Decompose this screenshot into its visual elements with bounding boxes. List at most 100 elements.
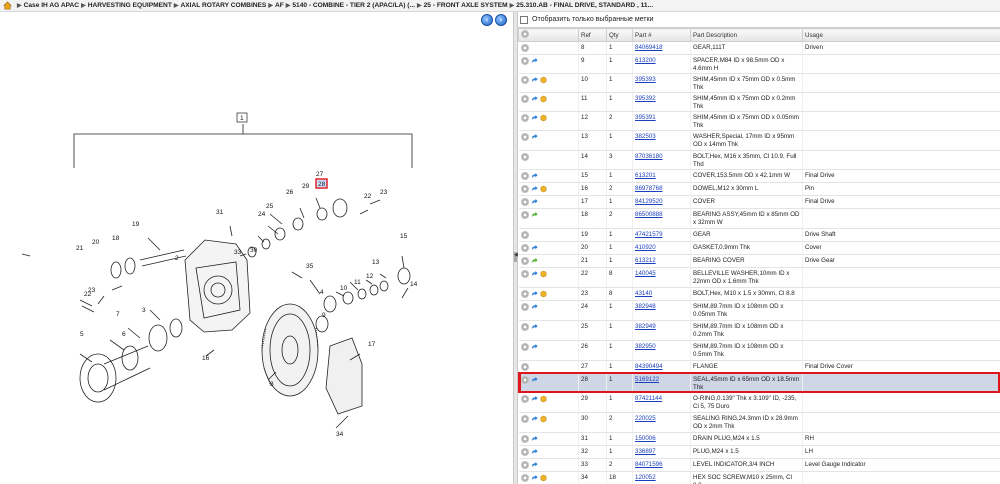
part-info-gear-icon[interactable]: [520, 270, 529, 278]
row-part-number-link[interactable]: 120052: [635, 474, 656, 481]
part-info-gear-icon[interactable]: [520, 133, 529, 141]
replacement-arrow-icon[interactable]: [531, 95, 538, 103]
kit-arrow-icon[interactable]: [531, 257, 538, 265]
replacement-arrow-icon[interactable]: [531, 415, 538, 423]
row-part-number-link[interactable]: 220025: [635, 415, 656, 422]
table-row[interactable]: 33 2 84071596 LEVEL INDICATOR,3/4 INCH Level…: [518, 458, 1000, 472]
package-box-icon[interactable]: [540, 76, 547, 84]
replacement-arrow-icon[interactable]: [531, 395, 538, 403]
row-part-number-link[interactable]: 382503: [635, 133, 656, 140]
table-row[interactable]: 29 1 87421144 O-RING,0.139" Thk x 3.109" ID…: [518, 392, 1000, 413]
row-part-number-link[interactable]: 140045: [635, 270, 656, 277]
table-row[interactable]: 26 1 382950 SHIM,89.7mm ID x 108mm OD x 0.5…: [518, 340, 1000, 361]
part-info-gear-icon[interactable]: [520, 95, 529, 103]
replacement-arrow-icon[interactable]: [531, 198, 538, 206]
column-header-ref[interactable]: Ref: [578, 28, 607, 42]
column-header-qty[interactable]: Qty: [606, 28, 633, 42]
part-info-gear-icon[interactable]: [520, 415, 529, 423]
row-part-number-link[interactable]: 86978768: [635, 185, 663, 192]
breadcrumb-item[interactable]: HARVESTING EQUIPMENT: [88, 2, 172, 9]
replacement-arrow-icon[interactable]: [531, 474, 538, 482]
table-row[interactable]: 34 18 120052 HEX SOC SCREW,M10 x 25mm, Cl 8…: [518, 471, 1000, 484]
replacement-arrow-icon[interactable]: [531, 303, 538, 311]
table-row[interactable]: 28 1 5169122 SEAL,45mm ID x 65mm OD x 18.5m…: [518, 373, 1000, 393]
row-part-number-link[interactable]: 613212: [635, 257, 656, 264]
table-row[interactable]: 12 2 395391 SHIM,45mm ID x 75mm OD x 0.05mm…: [518, 111, 1000, 131]
replacement-arrow-icon[interactable]: [531, 461, 538, 469]
previous-diagram-button[interactable]: ‹: [481, 14, 493, 26]
row-part-number-link[interactable]: 5169122: [635, 376, 659, 383]
replacement-arrow-icon[interactable]: [531, 133, 538, 141]
settings-gear-icon[interactable]: [521, 30, 529, 38]
breadcrumb-item[interactable]: 5140 - COMBINE - TIER 2 (APAC/LA) (...: [292, 2, 415, 9]
package-box-icon[interactable]: [540, 395, 547, 403]
table-row[interactable]: 11 1 395392 SHIM,45mm ID x 75mm OD x 0.2mm …: [518, 92, 1000, 112]
table-row[interactable]: 24 1 382948 SHIM,89.7mm ID x 108mm OD x 0.0…: [518, 300, 1000, 321]
part-info-gear-icon[interactable]: [520, 114, 529, 122]
column-header-description[interactable]: Part Description: [690, 28, 803, 42]
table-row[interactable]: 25 1 382949 SHIM,89.7mm ID x 108mm OD x 0.2…: [518, 320, 1000, 341]
breadcrumb-item[interactable]: AXIAL ROTARY COMBINES: [180, 2, 266, 9]
exploded-parts-diagram[interactable]: 1 234 5 67 8910 111213 141516 171819 2021…: [0, 28, 513, 484]
row-part-number-link[interactable]: 150006: [635, 435, 656, 442]
row-part-number-link[interactable]: 336897: [635, 448, 656, 455]
selected-only-checkbox[interactable]: [520, 15, 528, 24]
breadcrumb-item[interactable]: AF: [275, 2, 284, 9]
part-info-gear-icon[interactable]: [520, 461, 529, 469]
replacement-arrow-icon[interactable]: [531, 270, 538, 278]
row-part-number-link[interactable]: 87421144: [635, 395, 662, 402]
row-part-number-link[interactable]: 84129520: [635, 198, 663, 205]
row-part-number-link[interactable]: 613200: [635, 57, 656, 64]
kit-arrow-icon[interactable]: [531, 211, 538, 219]
table-row[interactable]: 13 1 382503 WASHER,Special, 17mm ID x 95mm …: [518, 130, 1000, 151]
row-part-number-link[interactable]: 84071596: [635, 461, 663, 468]
next-diagram-button[interactable]: ›: [495, 14, 507, 26]
replacement-arrow-icon[interactable]: [531, 343, 538, 351]
part-info-gear-icon[interactable]: [520, 435, 529, 443]
table-row[interactable]: 23 8 43140 BOLT,Hex, M10 x 1.5 x 30mm, Cl 8…: [518, 287, 1000, 301]
part-info-gear-icon[interactable]: [520, 343, 529, 351]
replacement-arrow-icon[interactable]: [531, 114, 538, 122]
package-box-icon[interactable]: [540, 290, 547, 298]
part-info-gear-icon[interactable]: [520, 303, 529, 311]
row-part-number-link[interactable]: 84390494: [635, 363, 663, 370]
table-row[interactable]: 17 1 84129520 COVER Final Drive: [518, 195, 1000, 209]
table-row[interactable]: 8 1 84069418 GEAR,111T Driven: [518, 41, 1000, 55]
replacement-arrow-icon[interactable]: [531, 323, 538, 331]
row-part-number-link[interactable]: 395393: [635, 76, 656, 83]
part-info-gear-icon[interactable]: [520, 44, 529, 52]
table-row[interactable]: 27 1 84390494 FLANGE Final Drive Cover: [518, 360, 1000, 374]
row-part-number-link[interactable]: 84069418: [635, 44, 663, 51]
row-part-number-link[interactable]: 382949: [635, 323, 656, 330]
package-box-icon[interactable]: [540, 270, 547, 278]
row-part-number-link[interactable]: 382948: [635, 303, 656, 310]
table-row[interactable]: 22 8 140045 BELLEVILLE WASHER,10mm ID x 22m…: [518, 267, 1000, 288]
part-info-gear-icon[interactable]: [520, 448, 529, 456]
part-info-gear-icon[interactable]: [520, 244, 529, 252]
row-part-number-link[interactable]: 43140: [635, 290, 652, 297]
part-info-gear-icon[interactable]: [520, 376, 529, 384]
package-box-icon[interactable]: [540, 114, 547, 122]
row-part-number-link[interactable]: 613201: [635, 172, 656, 179]
replacement-arrow-icon[interactable]: [531, 435, 538, 443]
home-icon[interactable]: [3, 1, 12, 10]
table-row[interactable]: 18 2 86500888 BEARING ASSY,45mm ID x 85mm O…: [518, 208, 1000, 229]
table-row[interactable]: 21 1 613212 BEARING COVER Drive Gear: [518, 254, 1000, 268]
part-info-gear-icon[interactable]: [520, 185, 529, 193]
table-row[interactable]: 15 1 613201 COVER,153.5mm OD x 42.1mm W Fina…: [518, 169, 1000, 183]
replacement-arrow-icon[interactable]: [531, 57, 538, 65]
breadcrumb-item[interactable]: Case IH AG APAC: [24, 2, 79, 9]
table-row[interactable]: 30 2 220025 SEALING RING,24.3mm ID x 28.9mm…: [518, 412, 1000, 433]
part-info-gear-icon[interactable]: [520, 198, 529, 206]
table-row[interactable]: 9 1 613200 SPACER,M84 ID x 98.5mm OD x 4.6m…: [518, 54, 1000, 74]
part-info-gear-icon[interactable]: [520, 323, 529, 331]
row-part-number-link[interactable]: 410920: [635, 244, 656, 251]
select-all-header[interactable]: [518, 28, 579, 42]
breadcrumb-item[interactable]: 25.310.AB - FINAL DRIVE, STANDARD , 11..…: [516, 2, 653, 9]
replacement-arrow-icon[interactable]: [531, 172, 538, 180]
part-info-gear-icon[interactable]: [520, 57, 529, 65]
table-row[interactable]: 10 1 395393 SHIM,45mm ID x 75mm OD x 0.5mm …: [518, 73, 1000, 93]
part-info-gear-icon[interactable]: [520, 290, 529, 298]
row-part-number-link[interactable]: 382950: [635, 343, 656, 350]
package-box-icon[interactable]: [540, 474, 547, 482]
